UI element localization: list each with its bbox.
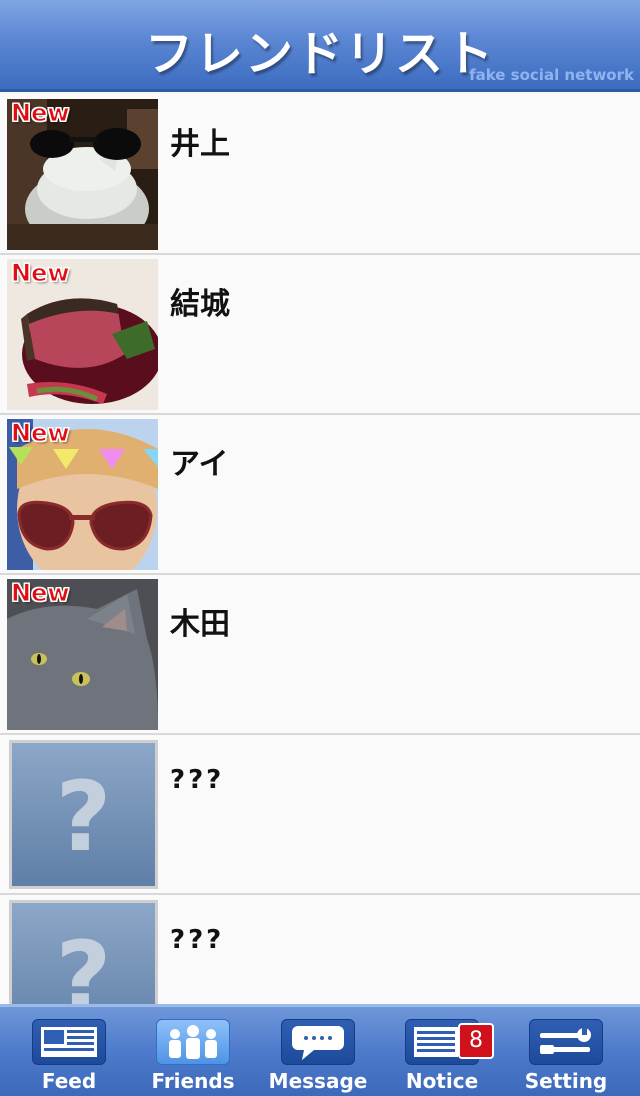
- tab-feed[interactable]: Feed: [7, 1017, 131, 1096]
- tab-label: Setting: [524, 1069, 608, 1093]
- app-screen: フレンドリスト fake social network New 井上 New 結…: [0, 0, 640, 1096]
- tab-label: Friends: [151, 1069, 235, 1093]
- new-badge: New: [11, 419, 71, 448]
- friend-list: New 井上 New 結城 New アイ New 木田 ? ??? ? ???: [0, 95, 640, 1055]
- friend-avatar: New: [7, 99, 158, 250]
- tab-message[interactable]: Message: [256, 1017, 380, 1096]
- tab-label: Message: [268, 1069, 368, 1093]
- tab-setting[interactable]: Setting: [504, 1017, 628, 1096]
- tab-friends[interactable]: Friends: [131, 1017, 255, 1096]
- friend-name: 井上: [170, 127, 230, 162]
- header-bar: フレンドリスト fake social network: [0, 0, 640, 92]
- friend-avatar: New: [7, 259, 158, 410]
- friend-avatar: New: [7, 579, 158, 730]
- message-icon: [281, 1019, 355, 1065]
- unknown-avatar: ?: [9, 740, 158, 889]
- question-mark-icon: ?: [55, 761, 112, 873]
- friend-row[interactable]: ? ???: [0, 735, 640, 895]
- new-badge: New: [11, 99, 71, 128]
- setting-icon: [529, 1019, 603, 1065]
- friend-name: 木田: [170, 607, 230, 642]
- notification-badge: 8: [458, 1023, 494, 1059]
- tab-label: Feed: [41, 1069, 97, 1093]
- friend-avatar: New: [7, 419, 158, 570]
- friend-row[interactable]: New 木田: [0, 575, 640, 735]
- friend-name: アイ: [170, 447, 229, 482]
- friends-icon: [156, 1019, 230, 1065]
- friend-name: 結城: [170, 287, 230, 322]
- brand-label: fake social network: [469, 66, 634, 84]
- feed-icon: [32, 1019, 106, 1065]
- tab-notice[interactable]: 8 Notice: [380, 1017, 504, 1096]
- new-badge: New: [11, 579, 71, 608]
- friend-row[interactable]: New 結城: [0, 255, 640, 415]
- friend-name: ???: [170, 925, 225, 955]
- tab-bar: Feed Friends Message 8 Notice Setting: [0, 1004, 640, 1096]
- friend-row[interactable]: New アイ: [0, 415, 640, 575]
- friend-name: ???: [170, 765, 225, 795]
- friend-row[interactable]: New 井上: [0, 95, 640, 255]
- new-badge: New: [11, 259, 71, 288]
- tab-label: Notice: [405, 1069, 479, 1093]
